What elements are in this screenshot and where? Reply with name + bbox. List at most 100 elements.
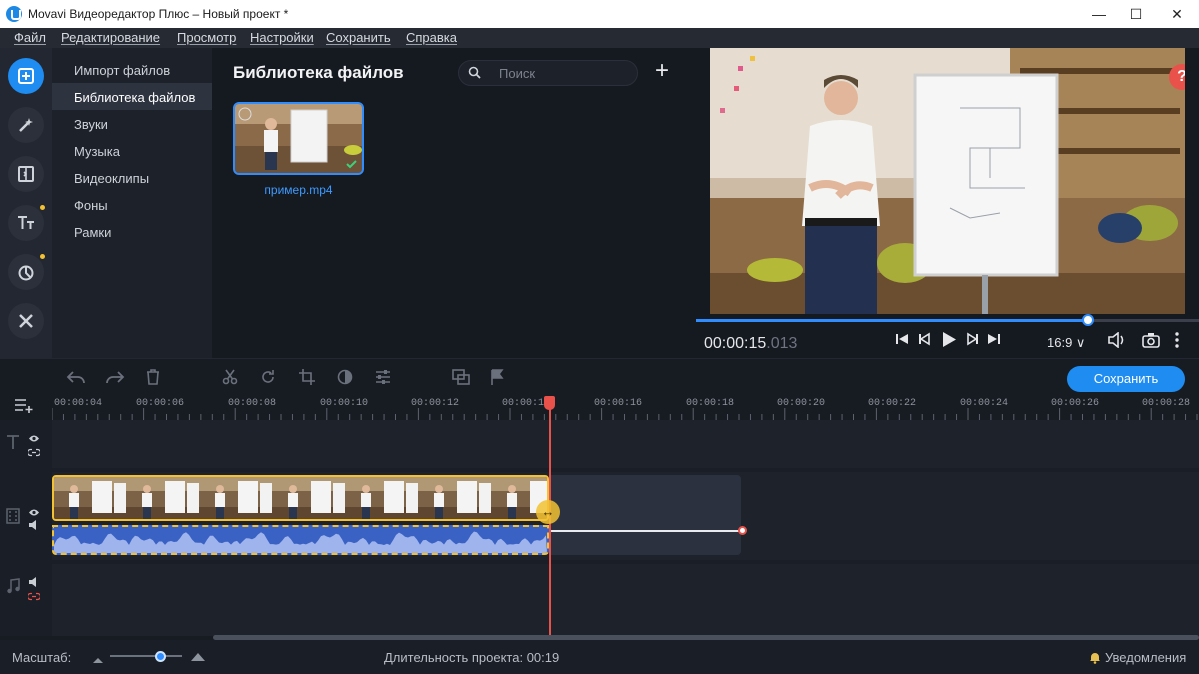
playhead-handle[interactable]	[544, 396, 555, 410]
trim-handle-icon[interactable]: ↔	[536, 500, 560, 524]
add-track-icon[interactable]	[14, 397, 34, 418]
timecode-ms: .013	[766, 335, 798, 352]
aspect-ratio-select[interactable]: 16:9 ∨	[1047, 335, 1085, 351]
titles-icon[interactable]	[8, 205, 44, 241]
import-icon[interactable]	[8, 58, 44, 94]
titles-new-dot	[40, 205, 45, 210]
timeline-audio-waveform[interactable]	[52, 525, 549, 555]
crop-icon[interactable]	[299, 369, 315, 390]
category-frames[interactable]: Рамки	[52, 218, 212, 245]
zoom-slider-knob[interactable]	[155, 651, 166, 662]
stickers-icon[interactable]	[8, 254, 44, 290]
volume-envelope-line[interactable]	[549, 530, 742, 532]
track-volume-icon[interactable]	[28, 518, 40, 533]
volume-icon[interactable]	[1107, 331, 1127, 352]
color-icon[interactable]	[337, 369, 353, 390]
search-box[interactable]	[458, 60, 638, 86]
link-icon[interactable]	[26, 589, 42, 604]
menu-edit[interactable]: Редактирование	[61, 30, 160, 45]
trimmed-clip-remainder	[549, 475, 741, 555]
tick-label: 00:00:20	[777, 398, 826, 409]
app-logo-icon	[6, 6, 22, 22]
bell-icon[interactable]	[1089, 651, 1101, 667]
text-track[interactable]	[52, 420, 1199, 468]
preview-progress-bar[interactable]	[696, 314, 1199, 326]
zoom-in-icon[interactable]	[190, 650, 206, 665]
marker-icon[interactable]	[490, 369, 504, 390]
zoom-slider[interactable]	[110, 655, 182, 657]
tools-icon[interactable]	[8, 303, 44, 339]
category-panel: Импорт файлов Библиотека файлов Звуки Му…	[52, 48, 212, 358]
timeline-video-clip[interactable]	[52, 475, 549, 521]
menu-help[interactable]: Справка	[406, 30, 457, 45]
category-videoclips[interactable]: Видеоклипы	[52, 164, 212, 191]
clip-name[interactable]: пример.mp4	[233, 183, 364, 197]
undo-icon[interactable]	[66, 369, 86, 390]
text-track-header	[0, 420, 52, 468]
redo-icon[interactable]	[105, 369, 125, 390]
tick-label: 00:00:18	[686, 398, 735, 409]
search-icon	[468, 66, 481, 82]
category-sounds[interactable]: Звуки	[52, 110, 212, 137]
category-import[interactable]: Импорт файлов	[52, 56, 212, 83]
delete-icon[interactable]	[145, 369, 161, 390]
track-volume-icon[interactable]	[28, 575, 40, 590]
volume-envelope-point[interactable]	[738, 526, 747, 535]
magic-wand-icon[interactable]	[8, 107, 44, 143]
tick-label: 00:00:16	[594, 398, 643, 409]
project-duration: Длительность проекта: 00:19	[384, 650, 560, 665]
close-button[interactable]: ✕	[1157, 0, 1197, 28]
category-music[interactable]: Музыка	[52, 137, 212, 164]
tick-label: 00:00:12	[411, 398, 460, 409]
timeline-ruler[interactable]: 00:00:04 00:00:06 00:00:08 00:00:10 00:0…	[52, 398, 1199, 420]
visibility-eye-icon[interactable]	[28, 431, 40, 446]
category-library[interactable]: Библиотека файлов	[52, 83, 212, 110]
play-icon[interactable]	[941, 331, 957, 352]
clip-thumbnail[interactable]	[233, 102, 364, 175]
menu-file[interactable]: Файл	[14, 30, 46, 45]
music-track-header	[0, 564, 52, 636]
menu-settings[interactable]: Настройки	[250, 30, 314, 45]
save-button[interactable]: Сохранить	[1067, 366, 1185, 392]
file-library: Библиотека файлов + пример.mp4	[212, 48, 696, 358]
transitions-icon[interactable]	[8, 156, 44, 192]
minimize-button[interactable]: —	[1079, 0, 1119, 28]
category-backgrounds[interactable]: Фоны	[52, 191, 212, 218]
timecode: 00:00:15.013	[704, 335, 797, 353]
skip-to-end-icon[interactable]	[986, 332, 1002, 350]
scale-label: Масштаб:	[12, 650, 72, 665]
tick-label: 00:00:24	[960, 398, 1009, 409]
zoom-out-icon[interactable]	[92, 652, 104, 667]
tick-label: 00:00:28	[1142, 398, 1191, 409]
menu-bar: Файл Редактирование Просмотр Настройки С…	[0, 28, 1199, 48]
menu-view[interactable]: Просмотр	[177, 30, 236, 45]
title-bar: Movavi Видеоредактор Плюс – Новый проект…	[0, 0, 1199, 28]
overlay-icon[interactable]	[452, 369, 470, 390]
window-title: Movavi Видеоредактор Плюс – Новый проект…	[28, 7, 289, 21]
tick-label: 00:00:1	[502, 398, 545, 409]
more-options-icon[interactable]	[1174, 332, 1180, 352]
notifications-link[interactable]: Уведомления	[1105, 650, 1186, 665]
tick-label: 00:00:04	[54, 398, 103, 409]
snapshot-icon[interactable]	[1142, 332, 1160, 352]
progress-knob[interactable]	[1082, 314, 1095, 326]
search-input[interactable]	[499, 64, 629, 82]
step-forward-icon[interactable]	[964, 332, 980, 350]
tick-label: 00:00:22	[868, 398, 917, 409]
video-track-icon	[6, 508, 20, 527]
menu-save[interactable]: Сохранить	[326, 30, 391, 45]
adjust-icon[interactable]	[375, 369, 391, 390]
music-track[interactable]	[52, 564, 1199, 636]
step-back-icon[interactable]	[917, 332, 933, 350]
maximize-button[interactable]: ☐	[1116, 0, 1156, 28]
text-track-icon	[6, 434, 20, 453]
skip-to-start-icon[interactable]	[894, 332, 910, 350]
tick-label: 00:00:10	[320, 398, 369, 409]
timecode-main: 00:00:15	[704, 335, 767, 352]
rotate-icon[interactable]	[260, 369, 276, 390]
tick-label: 00:00:26	[1051, 398, 1100, 409]
link-icon[interactable]	[26, 445, 42, 460]
cut-icon[interactable]	[222, 369, 238, 390]
timeline-toolbar: Сохранить	[0, 358, 1199, 398]
add-file-button[interactable]: +	[650, 59, 674, 84]
